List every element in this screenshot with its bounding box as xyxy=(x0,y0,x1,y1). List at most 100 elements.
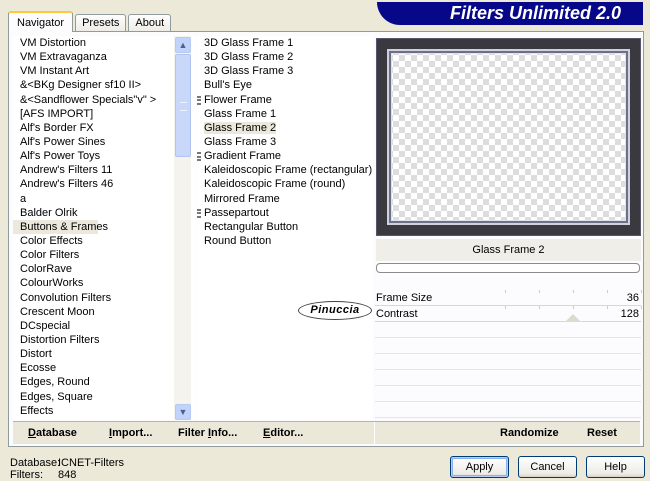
filter-item[interactable]: Passepartout xyxy=(197,206,373,220)
filter-item[interactable]: Bull's Eye xyxy=(197,78,373,92)
empty-slider-slot xyxy=(375,370,641,386)
slider-knob[interactable] xyxy=(565,314,582,322)
category-item[interactable]: Ecosse xyxy=(13,361,196,375)
filters-count-label: Filters: xyxy=(10,469,43,481)
category-item[interactable]: Distort xyxy=(13,347,196,361)
category-items: VM Distortion VM Extravaganza VM Instant A… xyxy=(13,36,196,418)
database-button[interactable]: Database xyxy=(28,422,77,444)
empty-slider-slot xyxy=(375,338,641,354)
filter-item[interactable]: 3D Glass Frame 3 xyxy=(197,64,373,78)
filter-item[interactable]: Mirrored Frame xyxy=(197,192,373,206)
category-item[interactable]: Balder Olrik xyxy=(13,206,196,220)
group-marker-icon xyxy=(197,95,201,105)
category-item[interactable]: Distortion Filters xyxy=(13,333,196,347)
category-item[interactable]: VM Distortion xyxy=(13,36,196,50)
editor-button[interactable]: Editor... xyxy=(263,422,303,444)
filters-count-value: 848 xyxy=(58,469,77,481)
import-button[interactable]: Import... xyxy=(109,422,152,444)
filter-item[interactable]: Rectangular Button xyxy=(197,220,373,234)
category-item[interactable]: [AFS IMPORT] xyxy=(13,107,196,121)
category-item[interactable]: VM Extravaganza xyxy=(13,50,196,64)
category-item[interactable]: Alf's Power Sines xyxy=(13,135,196,149)
empty-slider-slot xyxy=(375,386,641,402)
filter-item-label: Glass Frame 2 xyxy=(204,121,277,134)
slider-tick xyxy=(607,306,608,309)
reset-button[interactable]: Reset xyxy=(587,422,617,444)
category-item[interactable]: Alf's Border FX xyxy=(13,121,196,135)
tab-presets[interactable]: Presets xyxy=(75,14,127,32)
filter-item[interactable]: Glass Frame 1 xyxy=(197,107,373,121)
category-item[interactable]: Edges, Round xyxy=(13,375,196,389)
category-item[interactable]: DCspecial xyxy=(13,319,196,333)
empty-slider-slot xyxy=(375,402,641,418)
category-item[interactable]: &<Sandflower Specials"v" > xyxy=(13,93,196,107)
slider-tick xyxy=(539,306,540,309)
category-item[interactable]: Alf's Power Toys xyxy=(13,149,196,163)
category-item[interactable]: Edges, Square xyxy=(13,390,196,404)
category-item[interactable]: Crescent Moon xyxy=(13,305,196,319)
database-label: Database: xyxy=(10,457,61,469)
filter-item-label: 3D Glass Frame 1 xyxy=(204,37,294,49)
category-item[interactable]: Color Effects xyxy=(13,234,196,248)
cancel-button[interactable]: Cancel xyxy=(518,456,577,478)
filter-item[interactable]: Round Button xyxy=(197,234,373,248)
filter-items: 3D Glass Frame 1 3D Glass Frame 2 3D Glass… xyxy=(197,36,373,248)
category-item[interactable]: Buttons & Frames xyxy=(13,219,108,234)
slider-value: 36 xyxy=(626,292,639,304)
filter-item-label: Rectangular Button xyxy=(204,220,299,233)
panel-button-bar: Database Import... Filter Info... Editor… xyxy=(13,421,640,444)
category-item[interactable]: Andrew's Filters 46 xyxy=(13,177,196,191)
filter-list[interactable]: 3D Glass Frame 1 3D Glass Frame 2 3D Glass… xyxy=(197,36,373,420)
database-value: ICNET-Filters xyxy=(58,457,124,469)
category-scrollbar[interactable]: ▲ ▼ xyxy=(174,36,191,420)
filter-item-label: Kaleidoscopic Frame (rectangular) xyxy=(204,164,373,177)
category-item[interactable]: ColorRave xyxy=(13,262,196,276)
tab-about[interactable]: About xyxy=(128,14,172,32)
slider-frame-size[interactable]: Frame Size 36 xyxy=(375,290,642,306)
filter-item-label: Flower Frame xyxy=(204,93,272,106)
slider-track xyxy=(505,290,642,305)
tab-navigator[interactable]: Navigator xyxy=(8,11,74,32)
filter-info-button[interactable]: Filter Info... xyxy=(178,422,237,444)
filter-item[interactable]: 3D Glass Frame 1 xyxy=(197,36,373,50)
database-status: Database:ICNET-Filters Filters: 848 xyxy=(10,457,124,481)
category-item[interactable]: Andrew's Filters 11 xyxy=(13,163,196,177)
filter-item-label: Bull's Eye xyxy=(204,79,252,92)
filter-item[interactable]: Gradient Frame xyxy=(197,149,373,163)
scroll-thumb[interactable] xyxy=(175,54,191,157)
slider-tick xyxy=(641,306,642,309)
category-item[interactable]: ColourWorks xyxy=(13,276,196,290)
randomize-button[interactable]: Randomize xyxy=(500,422,559,444)
scroll-down-button[interactable]: ▼ xyxy=(175,404,191,420)
empty-slider-slot xyxy=(375,354,641,370)
group-marker-icon xyxy=(197,152,201,162)
help-button[interactable]: Help xyxy=(586,456,645,478)
filter-item-label: Glass Frame 1 xyxy=(204,107,277,120)
app-title-banner: Filters Unlimited 2.0 xyxy=(377,2,643,25)
filter-item[interactable]: 3D Glass Frame 2 xyxy=(197,50,373,64)
scroll-up-button[interactable]: ▲ xyxy=(175,37,191,53)
filter-item[interactable]: Glass Frame 3 xyxy=(197,135,373,149)
divider xyxy=(374,422,375,444)
filter-item[interactable]: Kaleidoscopic Frame (round) xyxy=(197,177,373,191)
filter-item[interactable]: Kaleidoscopic Frame (rectangular) xyxy=(197,163,373,177)
category-item[interactable]: &<BKg Designer sf10 II> xyxy=(13,78,196,92)
slider-contrast[interactable]: Contrast 128 xyxy=(375,306,642,322)
filter-item[interactable]: Glass Frame 2 xyxy=(197,121,373,135)
category-item[interactable]: Effects xyxy=(13,404,196,418)
category-item[interactable]: VM Instant Art xyxy=(13,64,196,78)
preview-area xyxy=(376,38,641,236)
apply-button[interactable]: Apply xyxy=(450,456,509,478)
category-item[interactable]: a xyxy=(13,192,196,206)
filter-item[interactable]: Flower Frame xyxy=(197,93,373,107)
category-item[interactable]: Color Filters xyxy=(13,248,196,262)
filter-item-label: Kaleidoscopic Frame (round) xyxy=(204,178,346,191)
category-list[interactable]: VM Distortion VM Extravaganza VM Instant A… xyxy=(13,36,196,420)
slider-tick xyxy=(641,290,642,293)
slider-tick xyxy=(573,290,574,293)
slider-label: Contrast xyxy=(376,308,418,320)
preview-image xyxy=(377,39,640,235)
progress-bar xyxy=(376,263,640,273)
preview-filter-name: Glass Frame 2 xyxy=(376,239,641,261)
category-item[interactable]: Convolution Filters xyxy=(13,291,196,305)
